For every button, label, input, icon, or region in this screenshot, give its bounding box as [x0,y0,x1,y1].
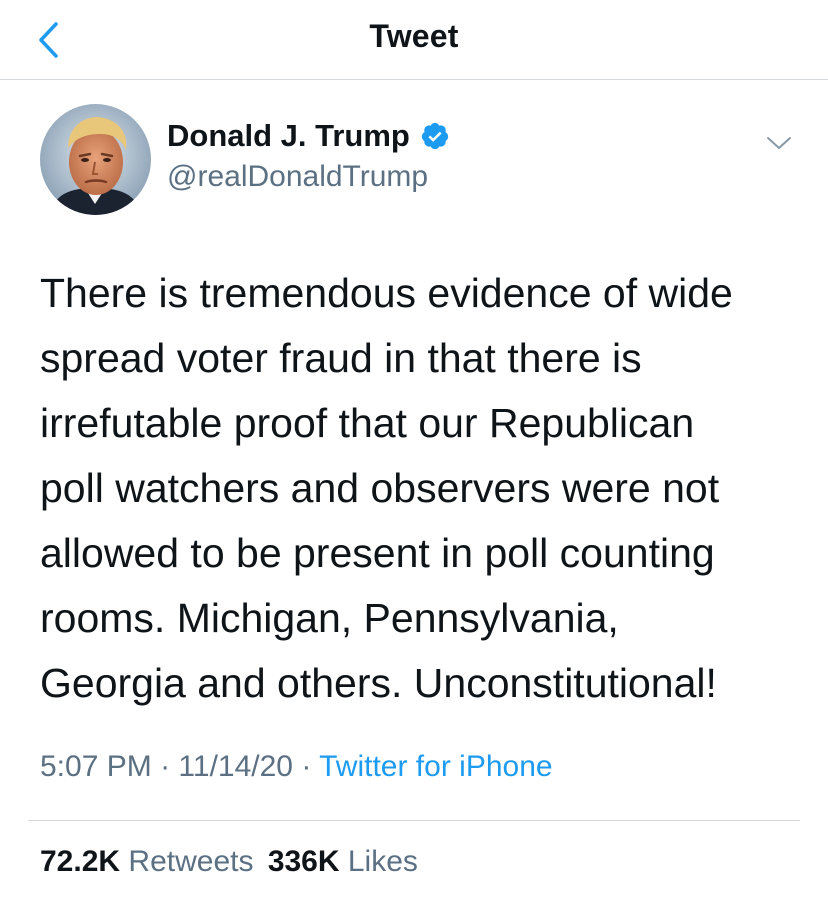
top-navigation-bar: Tweet [0,0,828,80]
retweets-stat[interactable]: 72.2K Retweets [40,845,262,878]
likes-stat[interactable]: 336K Likes [268,845,418,878]
likes-label: Likes [347,845,418,878]
author-name-row[interactable]: Donald J. Trump [167,118,450,154]
chevron-down-icon [767,137,791,149]
likes-count: 336K [267,845,340,878]
meta-separator: · [301,750,312,783]
meta-separator: · [160,750,171,783]
tweet-text: There is tremendous evidence of wide spr… [40,270,733,706]
tweet-time: 5:07 PM [40,750,152,783]
retweets-label: Retweets [128,845,254,878]
verified-badge-icon [421,122,448,150]
author-name: Donald J. Trump [167,118,410,153]
tweet-menu-button[interactable] [764,128,794,158]
tweet-metadata: 5:07 PM · 11/14/20 · Twitter for iPhone [40,750,553,784]
page-title: Tweet [369,18,459,54]
avatar[interactable] [40,104,151,215]
tweet-date: 11/14/20 [178,750,293,783]
author-handle[interactable]: @realDonaldTrump [167,160,428,194]
tweet-source-link[interactable]: Twitter for iPhone [319,750,552,783]
profile-photo [40,104,151,215]
tweet-stats: 72.2K Retweets 336K Likes [40,845,418,879]
retweets-count: 72.2K [40,845,121,878]
divider [28,820,800,821]
